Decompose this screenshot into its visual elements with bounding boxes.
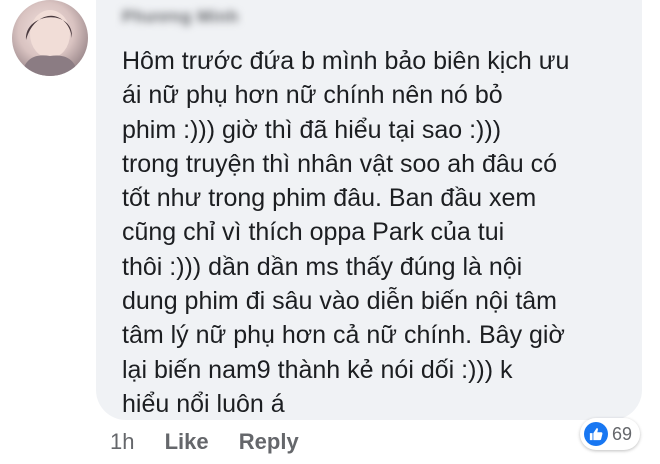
avatar[interactable] (12, 0, 88, 76)
comment-line: ái nữ phụ hơn nữ chính nên nó bỏ (122, 81, 503, 110)
comment-timestamp[interactable]: 1h (110, 429, 134, 454)
comment-line: phim :))) giờ thì đã hiểu tại sao :))) (122, 115, 502, 144)
comment-actions: 1h Like Reply (110, 428, 299, 456)
comment-line: Hôm trước đứa b mình bảo biên kịch ưu (122, 47, 570, 75)
comment-line: lại biến nam9 thành kẻ nói dối :))) k (122, 355, 513, 384)
comment-line: thôi :))) dần dần ms thấy đúng là nội (122, 252, 523, 281)
reply-button[interactable]: Reply (239, 429, 299, 454)
comment-line: hiểu nổi luôn á (122, 389, 285, 418)
avatar-photo (22, 10, 78, 76)
comment-line: tâm lý nữ phụ hơn cả nữ chính. Bây giờ (122, 321, 565, 350)
comment-line: dung phim đi sâu vào diễn biến nội tâm (122, 287, 558, 316)
comment-line: cũng chỉ vì thích oppa Park của tui (122, 218, 505, 247)
comment-author-name[interactable]: Phương Minh (122, 6, 239, 28)
like-button[interactable]: Like (165, 429, 209, 454)
like-thumb-icon (584, 422, 608, 446)
comment-line: trong truyện thì nhân vật soo ah đâu có (122, 149, 558, 178)
reaction-count: 69 (612, 423, 633, 444)
comment-line: tốt như trong phim đâu. Ban đầu xem (122, 184, 537, 213)
reaction-summary[interactable]: 69 (580, 418, 641, 450)
thumb-up-glyph (589, 428, 603, 441)
comment-text: Hôm trước đứa b mình bảo biên kịch ưu ái… (122, 44, 622, 421)
